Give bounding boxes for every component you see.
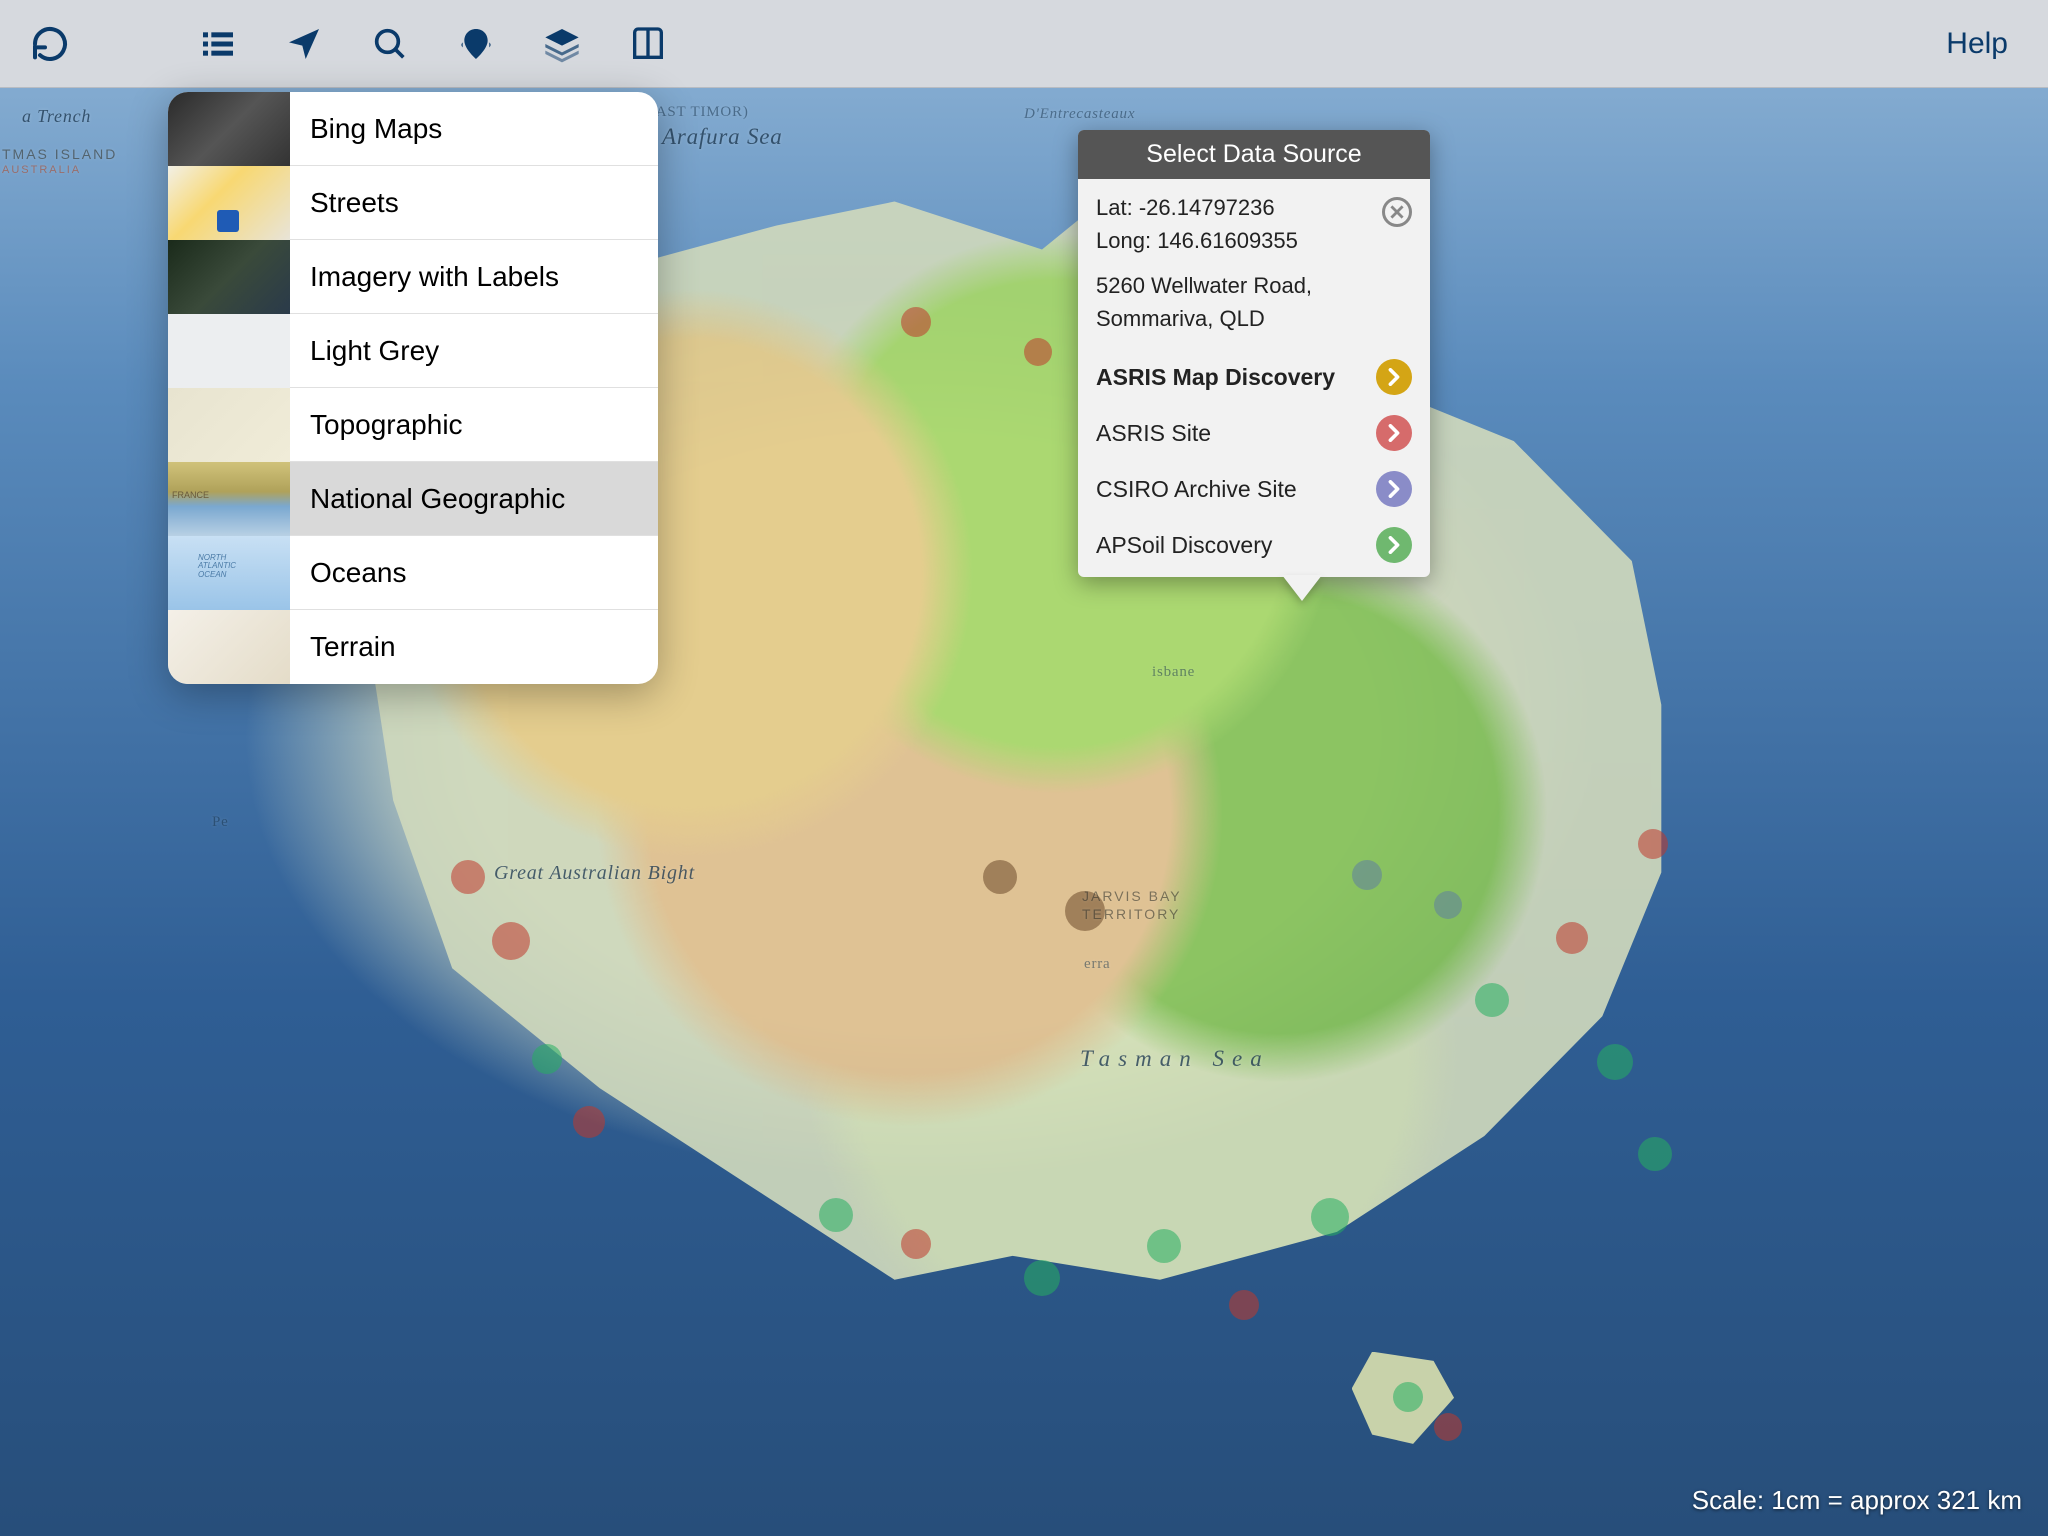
map-label-gab: Great Australian Bight	[494, 862, 695, 885]
map-label-trench: a Trench	[22, 106, 91, 127]
long-label: Long:	[1096, 228, 1151, 253]
data-source-callout: Select Data Source Lat: -26.14797236 Lon…	[1078, 130, 1430, 577]
data-dot	[492, 922, 530, 960]
data-dot	[1393, 1382, 1423, 1412]
data-dot	[1434, 1413, 1462, 1441]
data-dot	[1475, 983, 1509, 1017]
map-label-brisbane: isbane	[1152, 664, 1195, 681]
basemap-label: Topographic	[290, 409, 463, 441]
data-dot	[1352, 860, 1382, 890]
basemap-label: Terrain	[290, 631, 396, 663]
lat-label: Lat:	[1096, 195, 1133, 220]
basemap-option[interactable]: Light Grey	[168, 314, 658, 388]
basemap-thumbnail	[168, 462, 290, 536]
basemap-thumbnail	[168, 536, 290, 610]
basemap-option[interactable]: Topographic	[168, 388, 658, 462]
map-label-arafura: Arafura Sea	[662, 124, 783, 150]
basemap-option[interactable]: National Geographic	[168, 462, 658, 536]
map-label-perth: Pe	[212, 814, 229, 831]
basemap-popover: Bing Maps Streets Imagery with Labels Light…	[168, 92, 658, 684]
data-dot	[1434, 891, 1462, 919]
basemap-thumbnail	[168, 388, 290, 462]
layers-button[interactable]	[540, 22, 584, 66]
chevron-right-icon	[1376, 415, 1412, 451]
map-label-tasman: Tasman Sea	[1080, 1046, 1270, 1072]
data-source-option[interactable]: CSIRO Archive Site	[1096, 461, 1412, 517]
lat-value: -26.14797236	[1139, 195, 1275, 220]
map-label-tmas2: AUSTRALIA	[2, 164, 81, 176]
address-line: 5260 Wellwater Road, Sommariva, QLD	[1096, 269, 1412, 335]
basemap-label: Streets	[290, 187, 399, 219]
scale-text: Scale: 1cm = approx 321 km	[1692, 1485, 2022, 1516]
basemap-option[interactable]: Bing Maps	[168, 92, 658, 166]
basemap-label: Bing Maps	[290, 113, 442, 145]
data-dot	[573, 1106, 605, 1138]
bookmarks-button[interactable]	[626, 22, 670, 66]
basemap-option[interactable]: Streets	[168, 166, 658, 240]
data-dot	[983, 860, 1017, 894]
toolbar: Help	[0, 0, 2048, 88]
data-dot	[1597, 1044, 1633, 1080]
data-dot	[1311, 1198, 1349, 1236]
data-dot	[451, 860, 485, 894]
close-button[interactable]	[1382, 197, 1412, 227]
data-dot	[1024, 338, 1052, 366]
data-dot	[901, 1229, 931, 1259]
basemap-label: Oceans	[290, 557, 407, 589]
basemap-label: National Geographic	[290, 483, 565, 515]
map-label-tmas1: TMAS ISLAND	[2, 146, 117, 162]
basemap-thumbnail	[168, 92, 290, 166]
data-source-label: CSIRO Archive Site	[1096, 476, 1297, 503]
refresh-button[interactable]	[28, 22, 72, 66]
map-label-jarvis1: JARVIS BAY	[1082, 888, 1182, 904]
data-source-option[interactable]: ASRIS Site	[1096, 405, 1412, 461]
address-line1: 5260 Wellwater Road,	[1096, 273, 1312, 298]
data-dot	[1024, 1260, 1060, 1296]
basemap-label: Light Grey	[290, 335, 439, 367]
map-label-entre: D'Entrecasteaux	[1024, 106, 1135, 123]
data-dot	[1638, 829, 1668, 859]
basemap-thumbnail	[168, 314, 290, 388]
basemap-option[interactable]: Terrain	[168, 610, 658, 684]
list-button[interactable]	[196, 22, 240, 66]
data-source-label: ASRIS Map Discovery	[1096, 364, 1335, 391]
data-dot	[1556, 922, 1588, 954]
chevron-right-icon	[1376, 359, 1412, 395]
locate-button[interactable]	[282, 22, 326, 66]
basemap-thumbnail	[168, 610, 290, 684]
data-dot	[1147, 1229, 1181, 1263]
basemap-option[interactable]: Imagery with Labels	[168, 240, 658, 314]
data-dot	[532, 1044, 562, 1074]
callout-title: Select Data Source	[1078, 130, 1430, 179]
data-source-label: APSoil Discovery	[1096, 532, 1272, 559]
callout-tail	[1282, 575, 1322, 601]
data-dot	[1638, 1137, 1672, 1171]
data-source-option[interactable]: APSoil Discovery	[1096, 517, 1412, 573]
close-icon	[1390, 205, 1404, 219]
address-line2: Sommariva, QLD	[1096, 306, 1265, 331]
data-source-label: ASRIS Site	[1096, 420, 1211, 447]
data-dot	[1229, 1290, 1259, 1320]
basemap-thumbnail	[168, 240, 290, 314]
basemap-button[interactable]	[454, 22, 498, 66]
map-label-terra: erra	[1084, 956, 1111, 973]
basemap-option[interactable]: Oceans	[168, 536, 658, 610]
long-row: Long: 146.61609355	[1096, 224, 1372, 257]
map-label-jarvis2: TERRITORY	[1082, 906, 1180, 922]
data-source-option[interactable]: ASRIS Map Discovery	[1096, 349, 1412, 405]
long-value: 146.61609355	[1157, 228, 1298, 253]
chevron-right-icon	[1376, 527, 1412, 563]
basemap-thumbnail	[168, 166, 290, 240]
basemap-label: Imagery with Labels	[290, 261, 559, 293]
help-link[interactable]: Help	[1946, 27, 2020, 61]
lat-row: Lat: -26.14797236	[1096, 191, 1372, 224]
chevron-right-icon	[1376, 471, 1412, 507]
search-button[interactable]	[368, 22, 412, 66]
